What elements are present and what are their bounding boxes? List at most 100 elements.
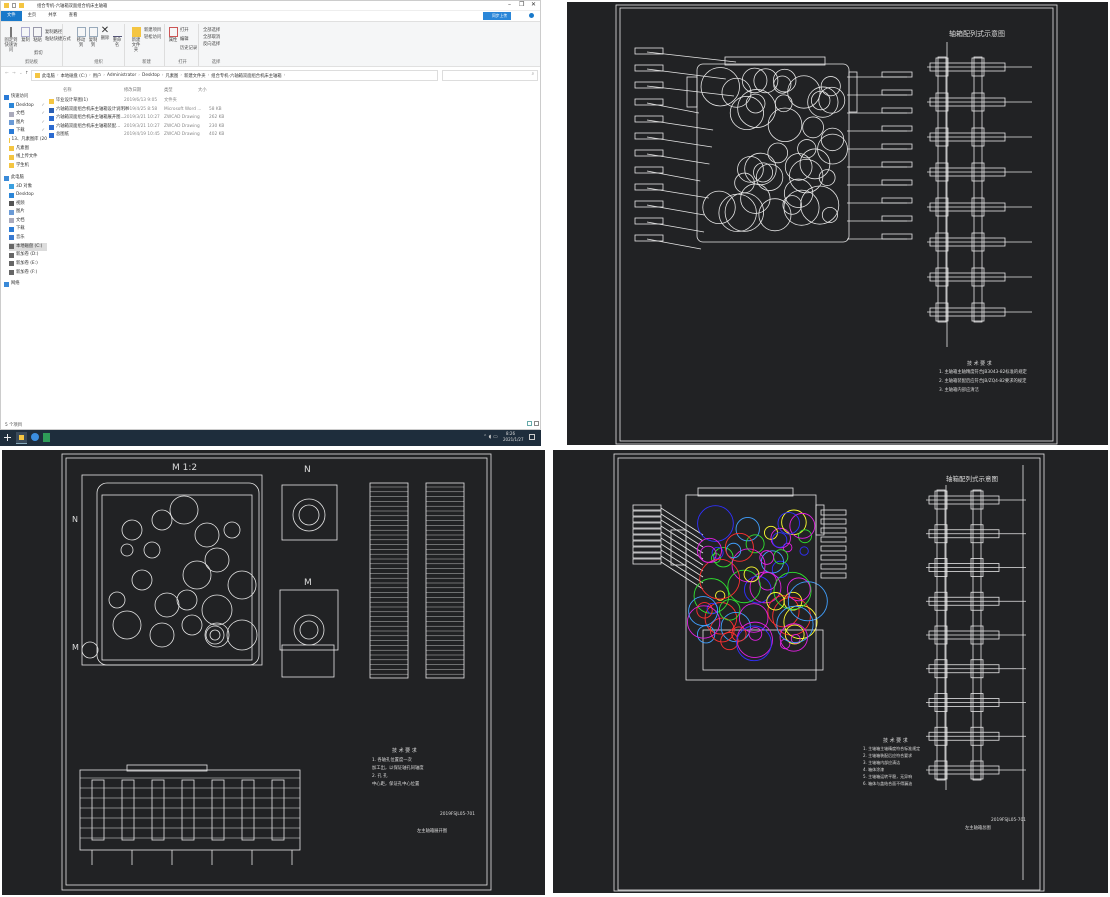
file-row[interactable]: 六轴箱双面组合机床主轴箱展开图... 2019/3/21 10:27 ZWCAD… [49,114,229,123]
nav-item[interactable]: 新加卷 (D:) [9,251,47,259]
nav-item[interactable]: 文档 [9,217,47,225]
column-type[interactable]: 类型 [164,87,173,93]
nav-item[interactable]: 13、凡素图库 (20 [9,136,47,144]
minimize-button[interactable]: – [508,1,511,8]
tab-file[interactable]: 文件 [1,11,22,21]
help-icon[interactable] [529,13,534,18]
file-row[interactable]: 毕业设计草图(1) 2019/6/13 9:05 文件夹 [49,97,229,106]
breadcrumb-item[interactable]: 用户 [93,73,102,79]
up-button[interactable]: ↑ [25,71,29,76]
bearing-column [181,779,195,841]
nav-item[interactable]: 本地磁盘 (C:) [9,242,47,251]
nav-item[interactable]: 下载 [9,225,47,233]
gear-circle [774,94,793,113]
copy-path-button[interactable]: 复制路径 [45,29,62,35]
column-date[interactable]: 修改日期 [124,87,141,93]
nav-item[interactable]: 图片 [9,208,47,216]
large-icons-view-button[interactable] [534,421,539,426]
nav-item[interactable]: 图片 ✓ [9,119,47,127]
nav-item[interactable]: 下载 ✓ [9,127,47,135]
search-input[interactable]: ⌕ [442,70,538,81]
rename-button[interactable]: 重命名 [111,27,123,48]
open-button[interactable]: 打开 [180,27,189,33]
paste-shortcut-button[interactable]: 粘贴快捷方式 [45,36,71,42]
new-item-button[interactable]: 新建项目 [144,27,161,33]
file-size: 402 KB [209,132,225,137]
nav-item[interactable]: 此电脑 [4,174,47,182]
move-to-button[interactable]: 移动到 [75,27,87,48]
invert-selection-button[interactable]: 反向选择 [203,41,220,47]
breadcrumb-item[interactable]: 本地磁盘 (C:) [61,73,87,79]
recent-dropdown[interactable]: ⌄ [19,71,23,76]
new-folder-button[interactable]: 新建文件夹 [130,27,142,53]
breadcrumb-separator[interactable]: › [89,73,91,78]
column-name[interactable]: 名称 [63,87,72,93]
pin-quick-access-button[interactable]: 固定到快速访问 [3,27,19,53]
nav-item[interactable]: 网络 [4,280,47,288]
taskbar-explorer[interactable] [16,432,27,444]
new-folder-icon[interactable] [19,3,24,8]
taskbar-browser-icon[interactable] [31,433,39,441]
nav-item[interactable]: 新加卷 (F:) [9,269,47,277]
breadcrumb-separator[interactable]: › [180,73,182,78]
breadcrumb-item[interactable]: 组合专机-六轴箱双面组合机床主轴箱 [211,73,281,79]
start-button[interactable] [4,434,11,441]
back-button[interactable]: ← [5,71,9,76]
nav-item[interactable]: 凡素图 [9,145,47,153]
breadcrumb-item[interactable]: Desktop [142,73,160,78]
file-row[interactable]: 总图纸 2019/4/19 10:45 ZWCAD Drawing 402 KB [49,131,229,140]
cloud-upload-button[interactable]: 同步上传 [483,12,511,20]
details-view-button[interactable] [527,421,532,426]
breadcrumb-separator[interactable]: › [103,73,105,78]
column-size[interactable]: 大小 [198,87,207,93]
properties-icon[interactable] [12,3,16,8]
forward-button[interactable]: → [12,71,16,76]
breadcrumb-item[interactable]: Administrator [107,73,136,78]
edit-button[interactable]: 编辑 [180,36,189,42]
breadcrumb-separator[interactable]: › [284,73,286,78]
nav-item[interactable]: 快速访问 [4,93,47,101]
file-row[interactable]: 六轴箱双面组合机床主轴箱设计说明书 2019/4/25 8:58 Microso… [49,106,229,115]
file-row[interactable]: 六轴箱双面组合机床主轴箱装配... 2019/3/21 10:27 ZWCAD … [49,123,229,132]
copy-to-button[interactable]: 复制到 [87,27,99,48]
breadcrumb-separator[interactable]: › [138,73,140,78]
select-all-button[interactable]: 全部选择 [203,27,220,33]
view-label-n: N [304,465,311,475]
clock-time[interactable]: 8:26 [506,431,515,436]
nav-item[interactable]: 新加卷 (E:) [9,260,47,268]
breadcrumb-separator[interactable]: › [162,73,164,78]
properties-button[interactable]: 属性 [168,27,178,43]
drive-icon [9,270,14,275]
tab-share[interactable]: 共享 [42,11,63,21]
easy-access-button[interactable]: 轻松访问 [144,34,161,40]
history-button[interactable]: 历史记录 [180,45,197,51]
nav-item[interactable]: 文档 ✓ [9,110,47,118]
nav-item[interactable]: 线上传文件 [9,153,47,161]
nav-item[interactable]: 视频 [9,200,47,208]
select-none-button[interactable]: 全部取消 [203,34,220,40]
paste-button[interactable]: 粘贴 [32,27,43,43]
nav-item[interactable]: Desktop [9,191,47,199]
breadcrumb-item[interactable]: 凡素图 [165,73,178,79]
cut-button[interactable]: 剪切 [34,50,43,56]
breadcrumb-separator[interactable]: › [57,73,59,78]
breadcrumb-item[interactable]: 新建文件夹 [184,73,205,79]
notification-icon[interactable] [529,434,535,440]
tab-home[interactable]: 主页 [22,11,43,21]
tab-view[interactable]: 查看 [63,11,84,21]
address-bar[interactable]: 此电脑 › 本地磁盘 (C:) › 用户 › Administrator › Desktop › 凡… [31,70,438,81]
clock-date[interactable]: 2021/1/27 [503,437,524,442]
maximize-button[interactable]: ❐ [519,1,524,8]
breadcrumb-separator[interactable]: › [208,73,210,78]
nav-item[interactable]: 3D 对象 [9,183,47,191]
nav-item[interactable]: 音乐 [9,234,47,242]
breadcrumb-item[interactable]: 此电脑 [42,73,55,79]
delete-button[interactable]: ✕ 删除 [99,25,111,41]
close-button[interactable]: ✕ [531,1,536,8]
nav-item[interactable]: Desktop ✓ [9,102,47,110]
nav-item[interactable]: 学生机 [9,162,47,170]
tech-note: 2. 主轴箱装配后应符合JB/ZQ4-82要求的规定 [939,377,1027,384]
tray-icons[interactable]: ⌃ ◖ ▭ [483,434,498,440]
copy-button[interactable]: 复制 [20,27,31,43]
taskbar-spreadsheet-icon[interactable] [43,433,50,442]
